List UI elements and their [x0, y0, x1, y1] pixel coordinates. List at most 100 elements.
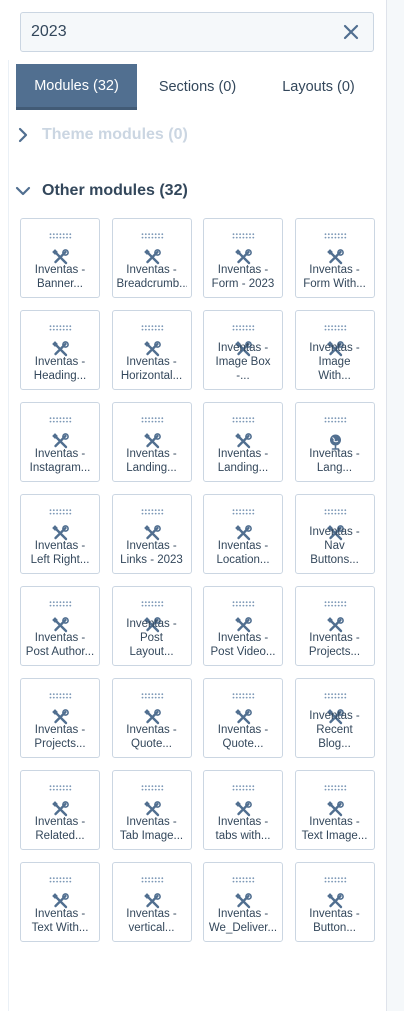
module-card[interactable]: Inventas - Nav Buttons... [294, 494, 375, 574]
drag-handle-icon[interactable] [141, 870, 164, 883]
tab-layouts[interactable]: Layouts (0) [258, 64, 379, 110]
drag-handle-icon[interactable] [141, 226, 164, 239]
module-card-label: Inventas - vertical... [126, 908, 177, 934]
module-card[interactable]: Inventas - Left Right... [20, 494, 100, 574]
drag-handle-icon[interactable] [49, 410, 72, 423]
module-card-label: Inventas - Breadcrumb... [116, 264, 187, 290]
module-card[interactable]: Inventas - Horizontal... [111, 310, 192, 390]
drag-handle-icon[interactable] [324, 870, 347, 883]
drag-handle-icon[interactable] [232, 686, 255, 699]
drag-handle-icon[interactable] [49, 594, 72, 607]
module-card[interactable]: Inventas - Text With... [20, 862, 100, 942]
module-card-label: Inventas - Form With... [303, 264, 366, 290]
drag-handle-icon[interactable] [49, 318, 72, 331]
module-card[interactable]: Inventas - Instagram... [20, 402, 100, 482]
module-card-label: Inventas - We_Deliver... [208, 908, 278, 934]
theme-modules-toggle[interactable]: Theme modules (0) [14, 126, 188, 144]
module-card-label: Inventas - Post Layout... [126, 618, 177, 658]
search-input[interactable] [21, 14, 331, 50]
module-card-label: Inventas - Post Video... [210, 632, 276, 658]
drag-handle-icon[interactable] [141, 502, 164, 515]
module-card[interactable]: Inventas - Post Video... [203, 586, 283, 666]
module-card-label: Inventas - Recent Blog... [309, 710, 360, 750]
module-card[interactable]: Inventas - Landing... [203, 402, 283, 482]
drag-handle-icon[interactable] [324, 778, 347, 791]
drag-handle-icon[interactable] [141, 778, 164, 791]
drag-handle-icon[interactable] [324, 502, 347, 515]
module-card[interactable]: Inventas - Lang... [294, 402, 375, 482]
module-card[interactable]: Inventas - Image With... [294, 310, 375, 390]
tab-sections[interactable]: Sections (0) [137, 64, 258, 110]
drag-handle-icon[interactable] [49, 686, 72, 699]
module-card[interactable]: Inventas - Button... [294, 862, 375, 942]
module-card[interactable]: Inventas - We_Deliver... [203, 862, 283, 942]
module-card-label: Inventas - Lang... [309, 448, 360, 474]
module-card[interactable]: Inventas - Recent Blog... [294, 678, 375, 758]
module-card[interactable]: Inventas - Heading... [20, 310, 100, 390]
module-card[interactable]: Inventas - Form With... [294, 218, 375, 298]
drag-handle-icon[interactable] [324, 594, 347, 607]
drag-handle-icon[interactable] [324, 226, 347, 239]
module-card-label: Inventas - Form - 2023 [211, 264, 275, 290]
drag-handle-icon[interactable] [232, 870, 255, 883]
drag-handle-icon[interactable] [232, 410, 255, 423]
module-card[interactable]: Inventas - Projects... [294, 586, 375, 666]
tab-modules[interactable]: Modules (32) [16, 64, 137, 110]
module-card[interactable]: Inventas - Breadcrumb... [111, 218, 192, 298]
module-card[interactable]: Inventas - vertical... [111, 862, 192, 942]
scroll-rail[interactable] [386, 0, 404, 1011]
drag-handle-icon[interactable] [49, 502, 72, 515]
module-card-label: Inventas - Horizontal... [120, 356, 183, 382]
tab-bar: Modules (32) Sections (0) Layouts (0) [16, 64, 374, 112]
module-card[interactable]: Inventas - Projects... [20, 678, 100, 758]
drag-handle-icon[interactable] [324, 410, 347, 423]
module-card[interactable]: Inventas - Image Box -... [203, 310, 283, 390]
theme-modules-label: Theme modules (0) [42, 126, 188, 143]
module-card[interactable]: Inventas - Location... [203, 494, 283, 574]
drag-handle-icon[interactable] [49, 870, 72, 883]
module-panel: Modules (32) Sections (0) Layouts (0) Th… [0, 0, 386, 1011]
module-card-label: Inventas - Image Box -... [215, 342, 271, 382]
drag-handle-icon[interactable] [324, 686, 347, 699]
module-card[interactable]: Inventas - Quote... [203, 678, 283, 758]
drag-handle-icon[interactable] [141, 410, 164, 423]
drag-handle-icon[interactable] [141, 594, 164, 607]
module-card-label: Inventas - Banner... [34, 264, 86, 290]
other-modules-toggle[interactable]: Other modules (32) [14, 182, 188, 200]
other-modules-label: Other modules (32) [42, 182, 188, 199]
module-card-label: Inventas - Button... [309, 908, 360, 934]
drag-handle-icon[interactable] [232, 778, 255, 791]
module-card[interactable]: Inventas - Quote... [111, 678, 192, 758]
drag-handle-icon[interactable] [49, 226, 72, 239]
drag-handle-icon[interactable] [141, 686, 164, 699]
module-card[interactable]: Inventas - Post Author... [20, 586, 100, 666]
search-box [20, 12, 374, 52]
module-card[interactable]: Inventas - tabs with... [203, 770, 283, 850]
drag-handle-icon[interactable] [141, 318, 164, 331]
drag-handle-icon[interactable] [232, 594, 255, 607]
module-card[interactable]: Inventas - Related... [20, 770, 100, 850]
module-card-label: Inventas - Image With... [309, 342, 360, 382]
module-card-label: Inventas - Post Author... [25, 632, 95, 658]
drag-handle-icon[interactable] [232, 502, 255, 515]
module-card-label: Inventas - Text With... [31, 908, 89, 934]
module-card-label: Inventas - Instagram... [29, 448, 91, 474]
module-card[interactable]: Inventas - Form - 2023 [203, 218, 283, 298]
module-card[interactable]: Inventas - Tab Image... [111, 770, 192, 850]
drag-handle-icon[interactable] [49, 778, 72, 791]
module-card[interactable]: Inventas - Banner... [20, 218, 100, 298]
module-card[interactable]: Inventas - Landing... [111, 402, 192, 482]
module-card-label: Inventas - Links - 2023 [120, 540, 183, 566]
module-card[interactable]: Inventas - Links - 2023 [111, 494, 192, 574]
module-card-label: Inventas - Tab Image... [119, 816, 184, 842]
module-card-label: Inventas - Text Image... [301, 816, 368, 842]
drag-handle-icon[interactable] [232, 318, 255, 331]
panel-divider [8, 60, 9, 1011]
module-card[interactable]: Inventas - Text Image... [294, 770, 375, 850]
drag-handle-icon[interactable] [324, 318, 347, 331]
drag-handle-icon[interactable] [232, 226, 255, 239]
module-card[interactable]: Inventas - Post Layout... [111, 586, 192, 666]
close-icon[interactable] [343, 24, 359, 40]
module-card-label: Inventas - Heading... [33, 356, 87, 382]
module-card-label: Inventas - Projects... [308, 632, 361, 658]
